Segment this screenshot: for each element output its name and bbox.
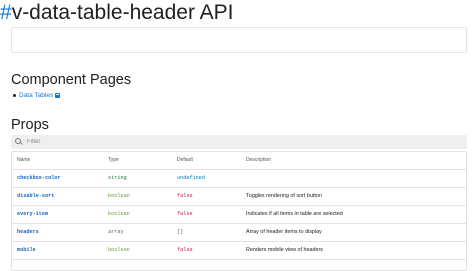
table-row	[12, 260, 466, 271]
prop-type: boolean	[108, 247, 130, 253]
prop-type: array	[108, 229, 124, 235]
prop-type: boolean	[108, 211, 130, 217]
column-header-type[interactable]: Type	[108, 152, 119, 169]
prop-default: false	[177, 193, 193, 199]
page-title: #v-data-table-header API	[0, 1, 234, 25]
prop-default: false	[177, 247, 193, 253]
table-row: disable-sort boolean false Toggles rende…	[12, 188, 466, 206]
prop-name: every-item	[17, 211, 49, 217]
prop-description: Indicates if all items in table are sele…	[246, 211, 343, 217]
search-icon	[15, 138, 23, 146]
filter-bar	[11, 135, 467, 149]
list-item: Data Tables	[13, 91, 61, 100]
external-link-icon	[55, 93, 61, 98]
table-header-row: Name Type Default Description	[12, 152, 466, 170]
props-heading: Props	[11, 117, 49, 133]
column-header-name[interactable]: Name	[17, 152, 30, 169]
prop-default: false	[177, 211, 193, 217]
description-box	[11, 27, 467, 53]
column-header-default[interactable]: Default	[177, 152, 193, 169]
column-header-description[interactable]: Description	[246, 152, 271, 169]
prop-description: Renders mobile view of headers	[246, 247, 324, 253]
table-row: headers array [] Array of header items t…	[12, 224, 466, 242]
prop-default: undefined	[177, 175, 206, 181]
table-row: every-item boolean false Indicates if al…	[12, 206, 466, 224]
table-row: checkbox-color string undefined	[12, 170, 466, 188]
data-tables-link[interactable]: Data Tables	[19, 91, 53, 100]
prop-description: Array of header items to display	[246, 229, 322, 235]
prop-type: string	[108, 175, 127, 181]
prop-description: Toggles rendering of sort button	[246, 193, 322, 199]
prop-name: checkbox-color	[17, 175, 61, 181]
prop-default: []	[177, 229, 184, 235]
bullet-icon	[13, 94, 16, 97]
table-row: mobile boolean false Renders mobile view…	[12, 242, 466, 260]
prop-name: disable-sort	[17, 193, 55, 199]
filter-input[interactable]	[27, 136, 447, 148]
page-title-text: v-data-table-header API	[11, 1, 234, 24]
prop-type: boolean	[108, 193, 130, 199]
component-pages-list: Data Tables	[13, 91, 61, 100]
title-anchor-hash[interactable]: #	[0, 1, 12, 24]
prop-name: headers	[17, 229, 39, 235]
prop-name: mobile	[17, 247, 36, 253]
props-table: Name Type Default Description checkbox-c…	[11, 151, 467, 271]
component-pages-heading: Component Pages	[11, 72, 132, 88]
